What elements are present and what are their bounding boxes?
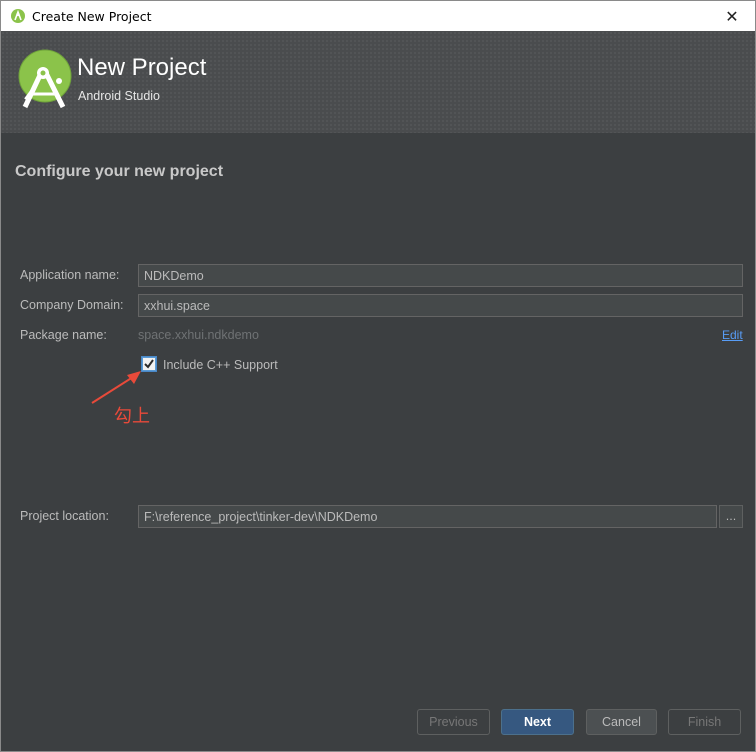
- header-banner: New Project Android Studio: [1, 31, 755, 133]
- title-bar: Create New Project ✕: [1, 1, 755, 31]
- company-domain-label: Company Domain:: [20, 298, 124, 312]
- browse-location-button[interactable]: ...: [719, 505, 743, 528]
- next-button[interactable]: Next: [501, 709, 574, 735]
- cancel-button[interactable]: Cancel: [586, 709, 657, 735]
- android-studio-icon: [11, 9, 25, 23]
- cpp-support-label: Include C++ Support: [163, 358, 278, 372]
- package-name-label: Package name:: [20, 328, 107, 342]
- project-location-label: Project location:: [20, 509, 109, 523]
- finish-button[interactable]: Finish: [668, 709, 741, 735]
- previous-button[interactable]: Previous: [417, 709, 490, 735]
- header-title: New Project: [77, 54, 207, 81]
- app-name-input[interactable]: [138, 264, 743, 287]
- window-title: Create New Project: [32, 8, 152, 24]
- edit-package-link[interactable]: Edit: [722, 328, 743, 342]
- app-name-label: Application name:: [20, 268, 120, 282]
- company-domain-input[interactable]: [138, 294, 743, 317]
- android-studio-logo: [18, 49, 72, 109]
- create-project-dialog: Create New Project ✕ New Project Android…: [0, 0, 756, 752]
- annotation-text: 勾上: [114, 406, 150, 427]
- close-button[interactable]: ✕: [709, 1, 755, 31]
- header-subtitle: Android Studio: [78, 89, 161, 103]
- close-icon: ✕: [725, 6, 739, 26]
- package-name-value: space.xxhui.ndkdemo: [138, 328, 259, 342]
- page-subtitle: Configure your new project: [15, 163, 224, 180]
- project-location-input[interactable]: [138, 505, 717, 528]
